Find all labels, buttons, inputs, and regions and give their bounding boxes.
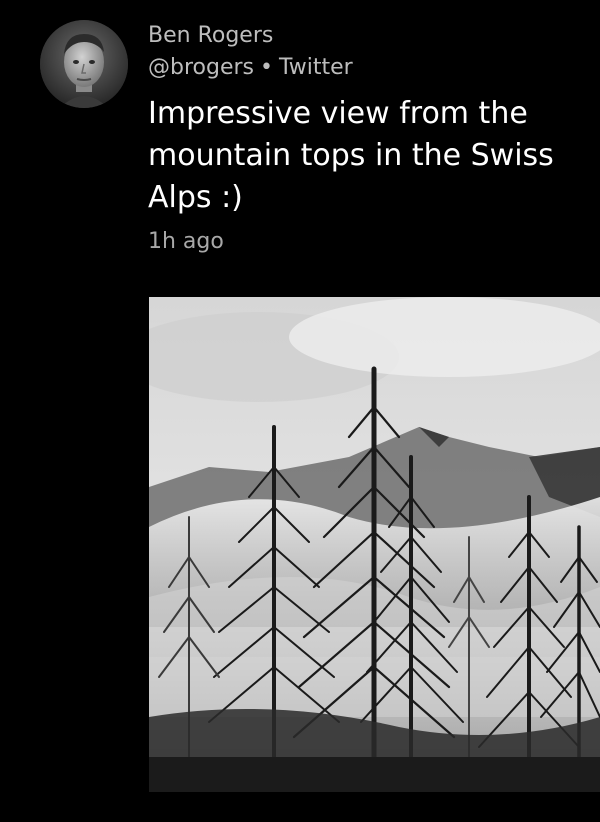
author-handle[interactable]: @brogers <box>148 55 254 80</box>
author-name[interactable]: Ben Rogers <box>148 22 273 50</box>
post-source: Twitter <box>278 55 353 80</box>
post-image[interactable] <box>149 297 600 792</box>
author-meta: @brogers • Twitter <box>148 54 353 82</box>
photo-misty-pine-forest-icon <box>149 297 600 792</box>
social-post-card: Ben Rogers @brogers • Twitter Impressive v… <box>0 0 600 822</box>
meta-separator: • <box>260 55 273 80</box>
post-text: Impressive view from the mountain tops i… <box>148 96 554 215</box>
post-timestamp: 1h ago <box>148 229 224 254</box>
author-avatar[interactable] <box>40 20 128 108</box>
user-avatar-photo-icon <box>40 20 128 108</box>
